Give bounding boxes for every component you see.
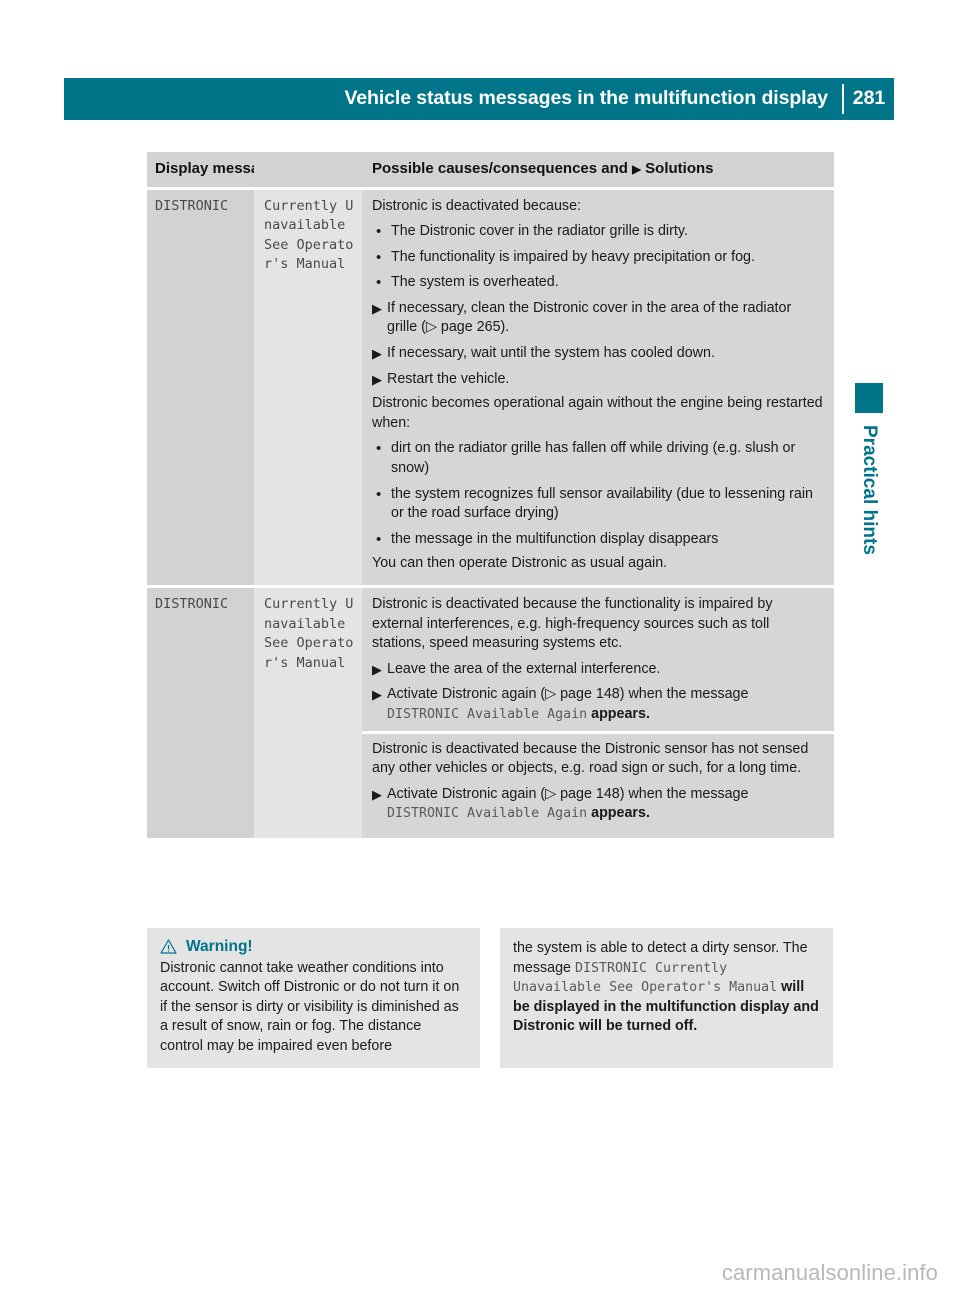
table-cell-message-name: DISTRONIC — [147, 189, 254, 585]
table-header-row: Display messages Possible causes/consequ… — [147, 152, 834, 187]
list-item-text: Leave the area of the external interfere… — [387, 660, 661, 677]
table-cell-message-detail: Currently Unavailable See Operator's Man… — [254, 189, 362, 585]
causes-outro: You can then operate Distronic as usual … — [372, 555, 668, 572]
warning-box-right: the system is able to detect a dirty sen… — [500, 928, 833, 1069]
page-number: 281 — [852, 87, 886, 110]
causes-intro: Distronic is deactivated because: — [372, 197, 582, 214]
bullet-icon: • — [376, 440, 382, 458]
table-cell-causes: Distronic is deactivated because the fun… — [362, 588, 834, 838]
list-item-text: the system recognizes full sensor availa… — [391, 485, 813, 522]
table-row: DISTRONIC Currently Unavailable See Oper… — [147, 588, 834, 838]
list-item-text: the message in the multifunction display… — [391, 530, 719, 547]
list-item-text: The system is overheated. — [391, 274, 559, 291]
warning-box-left: Warning! Distronic cannot take weather c… — [147, 928, 480, 1069]
message-name-text: DISTRONIC — [155, 596, 229, 612]
chapter-tab-label: Practical hints — [859, 425, 880, 555]
table-header-cell-causes: Possible causes/consequences and ▶ Solut… — [362, 152, 834, 187]
list-item-text: Activate Distronic again (▷ page 148) wh… — [387, 685, 824, 724]
list-item: • the system recognizes full sensor avai… — [372, 485, 824, 524]
list-item-text-pre: Activate Distronic again (▷ page 148) wh… — [387, 785, 749, 802]
causes-intro: Distronic is deactivated because the fun… — [372, 596, 773, 652]
warning-title: Warning! — [186, 938, 253, 955]
list-item-text: The functionality is impaired by heavy p… — [391, 248, 755, 265]
column-header-display-messages: Display messages — [155, 160, 286, 177]
warning-text-right: the system is able to detect a dirty sen… — [513, 939, 820, 1037]
solutions-arrow-icon: ▶ — [632, 164, 641, 176]
bullet-icon: • — [376, 485, 382, 503]
list-item: • dirt on the radiator grille has fallen… — [372, 439, 824, 478]
list-item: ▶ Leave the area of the external interfe… — [372, 660, 824, 680]
table-cell-causes: Distronic is deactivated because: • The … — [362, 189, 834, 585]
message-detail-text: Currently Unavailable See Operator's Man… — [264, 197, 354, 273]
list-item-text-post: appears. — [587, 805, 650, 822]
list-item: • The system is overheated. — [372, 273, 824, 293]
causes-intro: Distronic is deactivated because the Dis… — [372, 740, 809, 777]
list-item-text: If necessary, wait until the system has … — [387, 345, 715, 362]
list-item: ▶ Restart the vehicle. — [372, 370, 824, 390]
table-header-cell-spacer — [254, 152, 362, 187]
message-detail-text: Currently Unavailable See Operator's Man… — [264, 596, 354, 671]
list-item-text: dirt on the radiator grille has fallen o… — [391, 440, 796, 477]
list-item-text-pre: Activate Distronic again (▷ page 148) wh… — [387, 686, 749, 703]
list-item: • The Distronic cover in the radiator gr… — [372, 222, 824, 242]
causes-content: Distronic is deactivated because the fun… — [362, 595, 834, 824]
status-messages-table: Display messages Possible causes/consequ… — [147, 152, 834, 838]
column-header-causes: Possible causes/consequences and ▶ Solut… — [372, 160, 824, 178]
page-title: Vehicle status messages in the multifunc… — [344, 87, 828, 110]
message-name-text: DISTRONIC — [155, 197, 229, 214]
column-header-causes-suffix: Solutions — [645, 160, 714, 177]
bullet-icon: • — [376, 223, 382, 241]
table-header-cell-display-messages: Display messages — [147, 152, 286, 187]
table-cell-message-detail: Currently Unavailable See Operator's Man… — [254, 588, 362, 838]
inline-message-code: DISTRONIC Available Again — [387, 806, 588, 822]
solution-arrow-icon: ▶ — [372, 786, 382, 802]
inline-message-code: DISTRONIC Available Again — [387, 706, 588, 722]
warning-triangle-icon — [160, 939, 177, 954]
solution-arrow-icon: ▶ — [372, 371, 382, 387]
cell-sub-divider — [362, 730, 834, 734]
bullet-icon: • — [376, 248, 382, 266]
list-item: ▶ If necessary, clean the Distronic cove… — [372, 299, 824, 338]
solution-arrow-icon: ▶ — [372, 346, 382, 362]
list-item-text: The Distronic cover in the radiator gril… — [391, 223, 688, 240]
solution-arrow-icon: ▶ — [372, 687, 382, 703]
causes-content: Distronic is deactivated because: • The … — [372, 197, 824, 575]
bullet-icon: • — [376, 274, 382, 292]
solution-arrow-icon: ▶ — [372, 300, 382, 316]
table-row: DISTRONIC Currently Unavailable See Oper… — [147, 189, 834, 585]
list-item: • the message in the multifunction displ… — [372, 530, 824, 550]
list-item: ▶ Activate Distronic again (▷ page 148) … — [372, 785, 824, 824]
warning-section: Warning! Distronic cannot take weather c… — [147, 928, 834, 1069]
watermark: carmanualsonline.info — [721, 1260, 938, 1285]
list-item-text-post: appears. — [587, 705, 650, 722]
chapter-tab-marker — [855, 383, 883, 413]
list-item: • The functionality is impaired by heavy… — [372, 248, 824, 268]
warning-text-left: Distronic cannot take weather conditions… — [160, 959, 460, 1054]
warning-header: Warning! — [160, 939, 467, 955]
list-item: ▶ If necessary, wait until the system ha… — [372, 344, 824, 364]
list-item: ▶ Activate Distronic again (▷ page 148) … — [372, 685, 824, 724]
column-header-causes-prefix: Possible causes/consequences and — [372, 160, 628, 177]
list-item-text: Activate Distronic again (▷ page 148) wh… — [387, 785, 824, 824]
list-item-text: If necessary, clean the Distronic cover … — [387, 299, 792, 336]
page-header-band: Vehicle status messages in the multifunc… — [64, 78, 894, 120]
solution-arrow-icon: ▶ — [372, 661, 382, 677]
table-cell-message-name: DISTRONIC — [147, 588, 254, 838]
causes-midtext: Distronic becomes operational again with… — [372, 395, 823, 431]
bullet-icon: • — [376, 530, 382, 548]
list-item-text: Restart the vehicle. — [387, 370, 510, 387]
